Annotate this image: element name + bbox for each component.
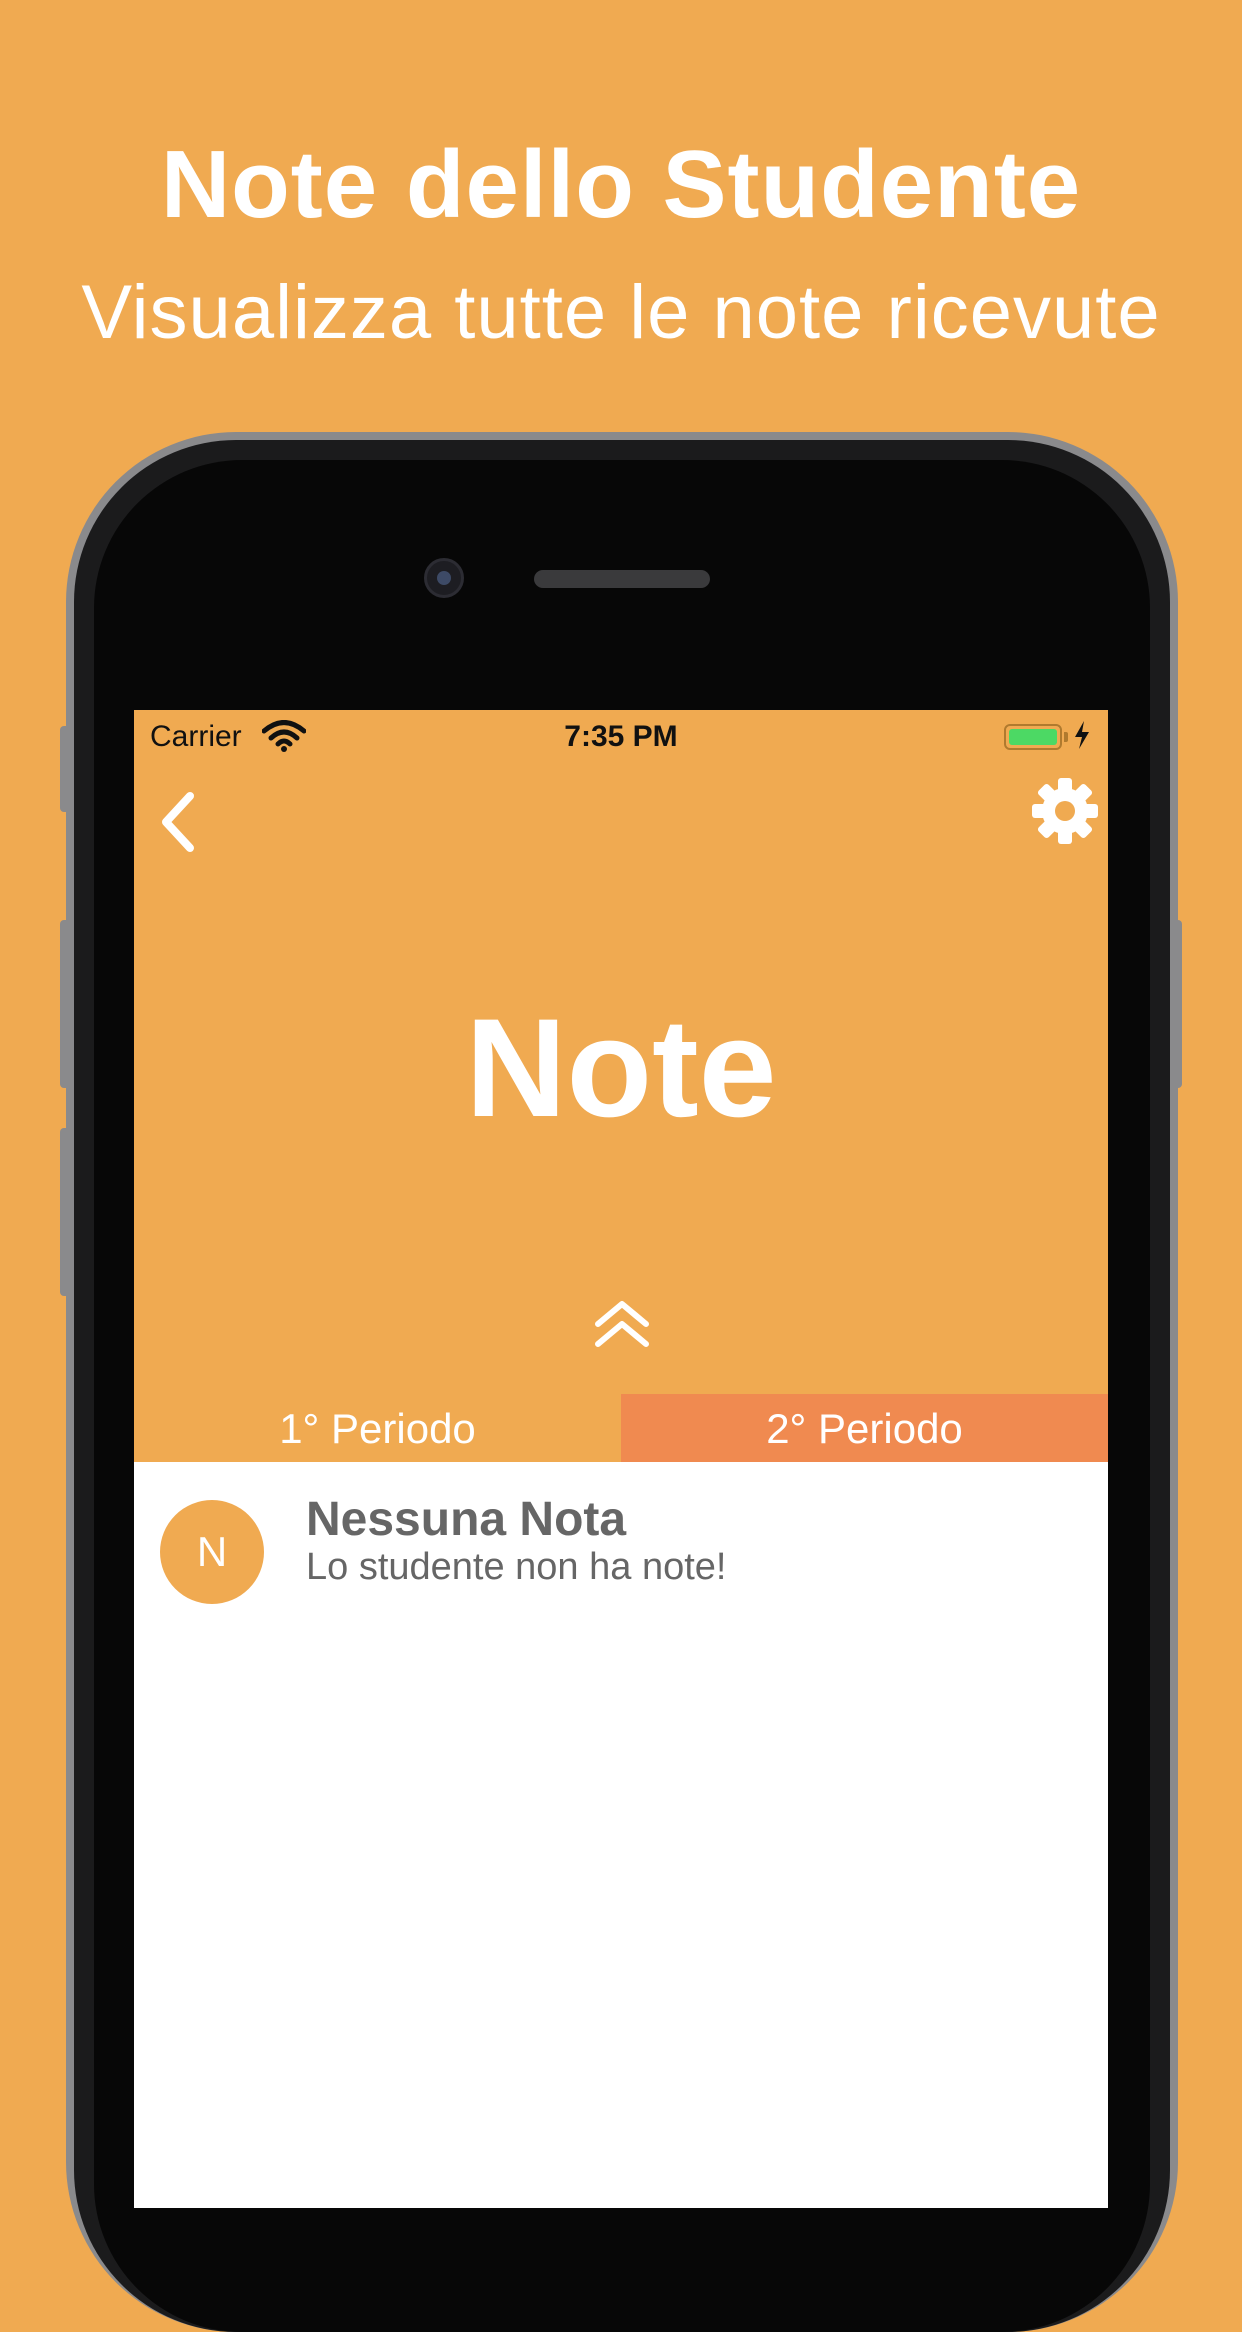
notes-list: N Nessuna Nota Lo studente non ha note! [134, 1462, 1108, 2208]
gear-icon[interactable] [1030, 776, 1100, 846]
promo-subtitle: Visualizza tutte le note ricevute [81, 270, 1161, 355]
battery-level-fill [1009, 729, 1057, 745]
app-screen: Carrier 7:35 PM Note 1° Periodo 2° Perio… [134, 710, 1108, 2208]
tab-second-period[interactable]: 2° Periodo [621, 1394, 1108, 1462]
page-title: Note [465, 989, 777, 1146]
list-item[interactable]: N Nessuna Nota Lo studente non ha note! [134, 1462, 1108, 1604]
avatar: N [160, 1500, 264, 1604]
note-title: Nessuna Nota [306, 1493, 627, 1546]
status-time: 7:35 PM [564, 720, 678, 753]
note-subtitle: Lo studente non ha note! [306, 1546, 727, 1588]
promo-title: Note dello Studente [160, 131, 1082, 238]
earpiece-speaker [534, 570, 710, 588]
tab-first-period[interactable]: 1° Periodo [134, 1394, 621, 1462]
battery-tip [1064, 732, 1068, 742]
front-camera [424, 558, 464, 598]
back-chevron-icon[interactable] [154, 788, 202, 856]
double-chevron-up-icon[interactable] [592, 1298, 652, 1354]
charging-bolt-icon [1075, 721, 1089, 749]
status-bar: Carrier 7:35 PM [134, 710, 1108, 760]
battery-icon [1004, 724, 1062, 750]
period-tabs: 1° Periodo 2° Periodo [134, 1394, 1108, 1462]
